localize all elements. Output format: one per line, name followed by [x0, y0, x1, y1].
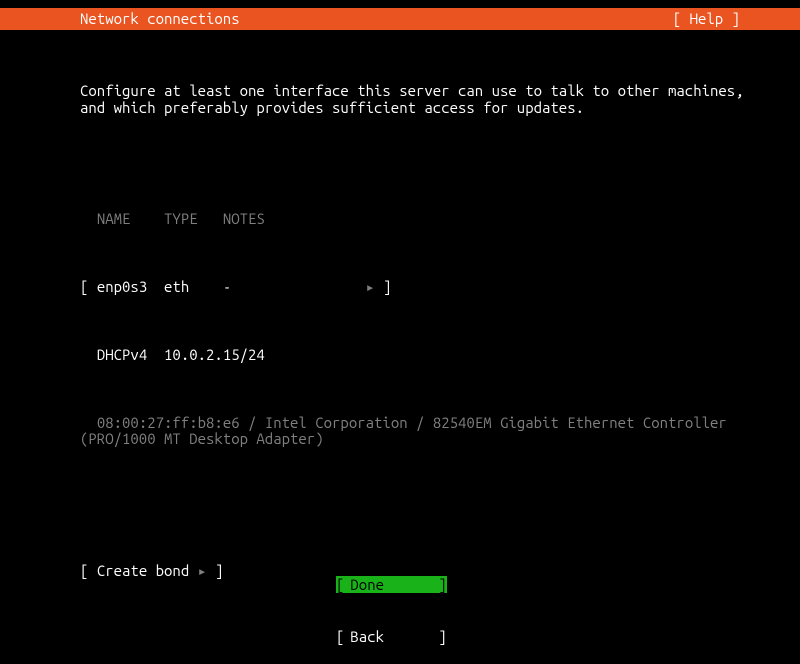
dhcp-row: DHCPv4 10.0.2.15/24 — [80, 347, 720, 364]
bracket-close: ] — [215, 562, 223, 579]
if-notes: - — [223, 278, 231, 295]
col-type: TYPE — [164, 210, 198, 227]
help-button[interactable]: [ Help ] — [673, 11, 800, 28]
if-name: enp0s3 — [97, 278, 147, 295]
col-notes: NOTES — [223, 210, 265, 227]
create-bond-label: Create bond — [97, 562, 189, 579]
chevron-right-icon: ▸ — [366, 278, 375, 295]
back-label: Back — [344, 628, 438, 645]
header-bar: Network connections [ Help ] — [0, 8, 800, 30]
if-type: eth — [164, 278, 189, 295]
bracket-open: [ — [80, 278, 88, 295]
done-label: Done — [344, 576, 438, 593]
hw-info-text: 08:00:27:ff:b8:e6 / Intel Corporation / … — [80, 414, 727, 448]
bracket-open: [ — [80, 562, 88, 579]
column-headers: NAME TYPE NOTES — [80, 211, 720, 228]
page-title: Network connections — [0, 11, 240, 28]
dhcp-value: 10.0.2.15/24 — [164, 346, 265, 363]
done-button[interactable]: [Done] — [336, 576, 447, 593]
chevron-right-icon: ▸ — [198, 562, 207, 579]
bracket-close: ] — [383, 278, 391, 295]
main-content: Configure at least one interface this se… — [0, 30, 800, 598]
dhcp-label: DHCPv4 — [97, 346, 147, 363]
description-text: Configure at least one interface this se… — [80, 83, 720, 116]
footer-buttons: [Done] [Back] — [336, 543, 447, 664]
interface-row[interactable]: [ enp0s3 eth - ▸ ] — [80, 279, 720, 296]
back-button[interactable]: [Back] — [336, 628, 447, 645]
col-name: NAME — [97, 210, 131, 227]
hw-info: 08:00:27:ff:b8:e6 / Intel Corporation / … — [80, 415, 720, 448]
